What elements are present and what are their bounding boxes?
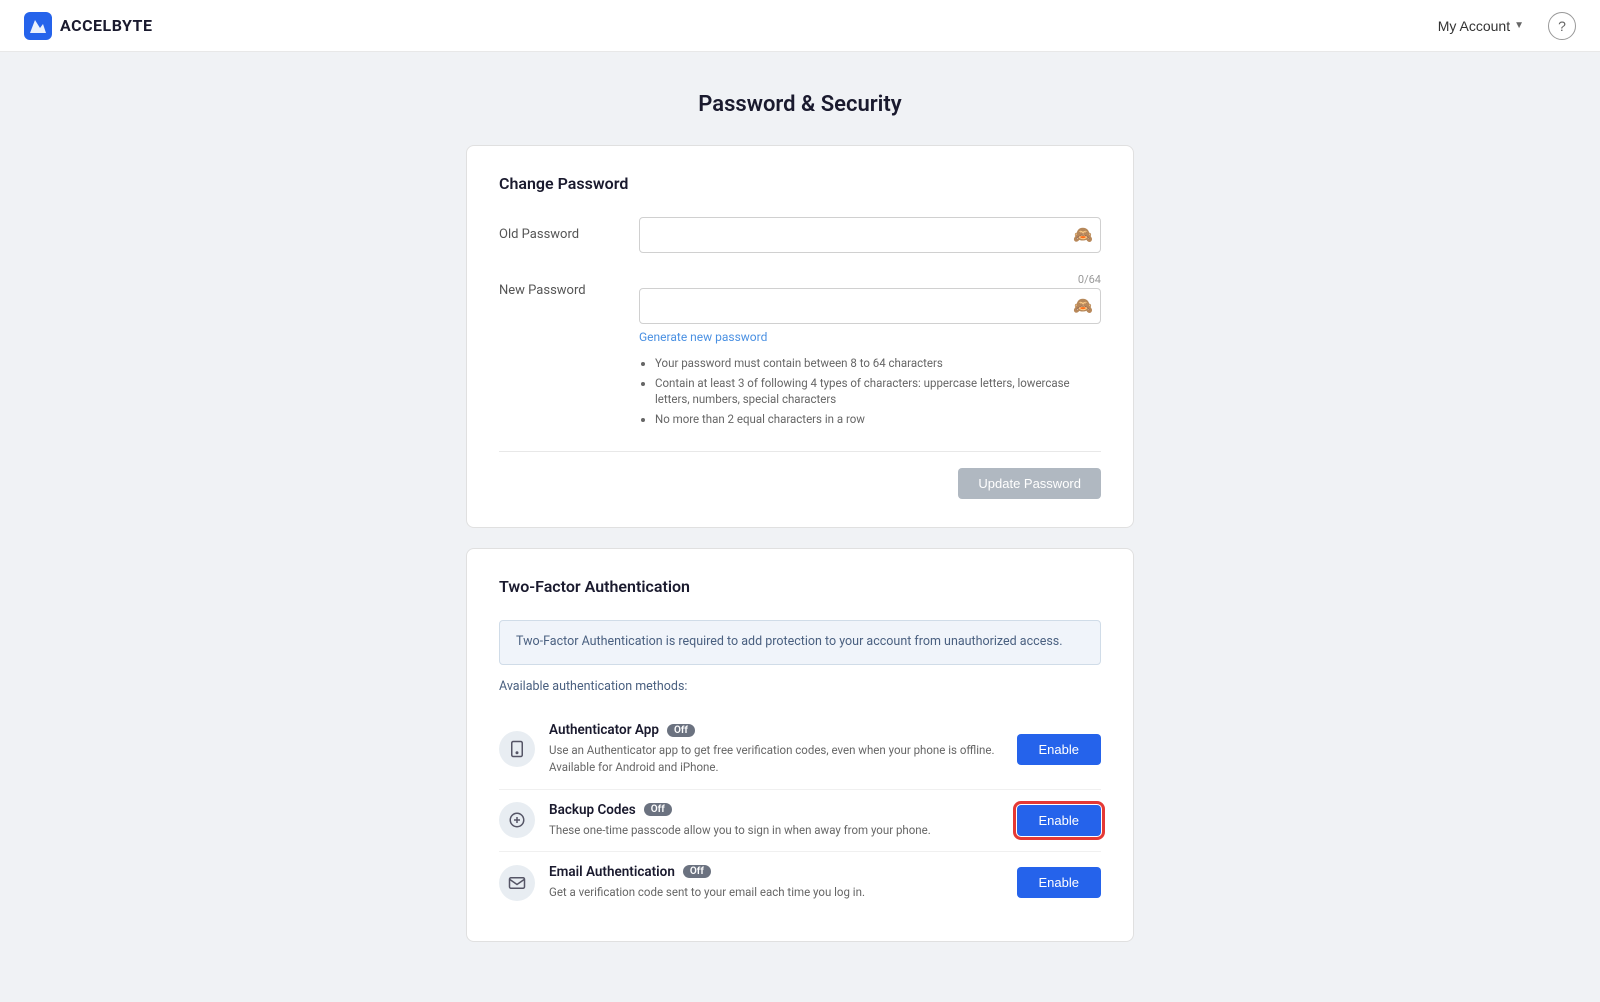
new-password-group: New Password 0/64 🙈 Generate new passwor…	[499, 273, 1101, 431]
main-content: Password & Security Change Password Old …	[450, 52, 1150, 1002]
password-rules: Your password must contain between 8 to …	[639, 355, 1101, 427]
authenticator-app-description: Use an Authenticator app to get free ver…	[549, 742, 1003, 777]
backup-codes-info: Backup Codes Off These one-time passcode a…	[549, 802, 1003, 839]
authenticator-app-icon	[499, 731, 535, 767]
change-password-title: Change Password	[499, 174, 1101, 193]
new-password-input[interactable]	[639, 288, 1101, 324]
two-factor-title: Two-Factor Authentication	[499, 577, 1101, 596]
backup-codes-title-row: Backup Codes Off	[549, 802, 1003, 818]
header: ACCELBYTE My Account ▼ ?	[0, 0, 1600, 52]
old-password-container: 🙈	[639, 217, 1101, 253]
change-password-card: Change Password Old Password 🙈 New Passw…	[466, 145, 1134, 528]
authenticator-app-status-badge: Off	[667, 724, 695, 737]
new-password-input-wrap: 0/64 🙈 Generate new password Your passwo…	[639, 273, 1101, 431]
email-auth-description: Get a verification code sent to your ema…	[549, 884, 1003, 901]
email-auth-enable-button[interactable]: Enable	[1017, 867, 1101, 898]
authenticator-app-info: Authenticator App Off Use an Authenticator…	[549, 722, 1003, 777]
password-rule-item: Your password must contain between 8 to …	[655, 355, 1101, 371]
backup-codes-enable-button[interactable]: Enable	[1017, 805, 1101, 836]
old-password-label: Old Password	[499, 217, 639, 242]
password-rule-item: Contain at least 3 of following 4 types …	[655, 375, 1101, 407]
auth-method-row-backup-codes: Backup Codes Off These one-time passcode a…	[499, 790, 1101, 852]
email-auth-name: Email Authentication	[549, 864, 675, 880]
old-password-group: Old Password 🙈	[499, 217, 1101, 253]
eye-off-icon: 🙈	[1073, 225, 1093, 245]
authenticator-app-enable-button[interactable]: Enable	[1017, 734, 1101, 765]
authenticator-app-title-row: Authenticator App Off	[549, 722, 1003, 738]
generate-password-link[interactable]: Generate new password	[639, 330, 767, 344]
old-password-input[interactable]	[639, 217, 1101, 253]
new-password-container: 🙈	[639, 288, 1101, 324]
backup-codes-description: These one-time passcode allow you to sig…	[549, 822, 1003, 839]
logo: ACCELBYTE	[24, 12, 152, 40]
email-auth-icon	[499, 865, 535, 901]
chevron-down-icon: ▼	[1514, 20, 1524, 31]
logo-text: ACCELBYTE	[60, 16, 152, 35]
authenticator-app-name: Authenticator App	[549, 722, 659, 738]
eye-off-icon-2: 🙈	[1073, 296, 1093, 316]
password-rule-item: No more than 2 equal characters in a row	[655, 411, 1101, 427]
new-password-toggle-btn[interactable]: 🙈	[1073, 296, 1093, 316]
twofa-info-box: Two-Factor Authentication is required to…	[499, 620, 1101, 665]
email-auth-title-row: Email Authentication Off	[549, 864, 1003, 880]
divider	[499, 451, 1101, 452]
header-right: My Account ▼ ?	[1430, 12, 1576, 40]
my-account-button[interactable]: My Account ▼	[1430, 12, 1532, 40]
auth-method-row-email-auth: Email Authentication Off Get a verificatio…	[499, 852, 1101, 913]
backup-codes-icon	[499, 802, 535, 838]
char-count: 0/64	[639, 273, 1101, 286]
help-icon: ?	[1558, 18, 1566, 34]
backup-codes-name: Backup Codes	[549, 802, 636, 818]
two-factor-card: Two-Factor Authentication Two-Factor Aut…	[466, 548, 1134, 942]
auth-method-row-authenticator-app: Authenticator App Off Use an Authenticator…	[499, 710, 1101, 790]
help-button[interactable]: ?	[1548, 12, 1576, 40]
update-password-button[interactable]: Update Password	[958, 468, 1101, 499]
my-account-label: My Account	[1438, 18, 1510, 34]
update-btn-wrap: Update Password	[499, 468, 1101, 499]
available-methods-label: Available authentication methods:	[499, 679, 1101, 694]
old-password-toggle-btn[interactable]: 🙈	[1073, 225, 1093, 245]
email-auth-status-badge: Off	[683, 865, 711, 878]
auth-methods-list: Authenticator App Off Use an Authenticator…	[499, 710, 1101, 913]
old-password-input-wrap: 🙈	[639, 217, 1101, 253]
backup-codes-status-badge: Off	[644, 803, 672, 816]
accelbyte-logo-icon	[24, 12, 52, 40]
new-password-label: New Password	[499, 273, 639, 298]
page-title: Password & Security	[466, 92, 1134, 117]
email-auth-info: Email Authentication Off Get a verificatio…	[549, 864, 1003, 901]
